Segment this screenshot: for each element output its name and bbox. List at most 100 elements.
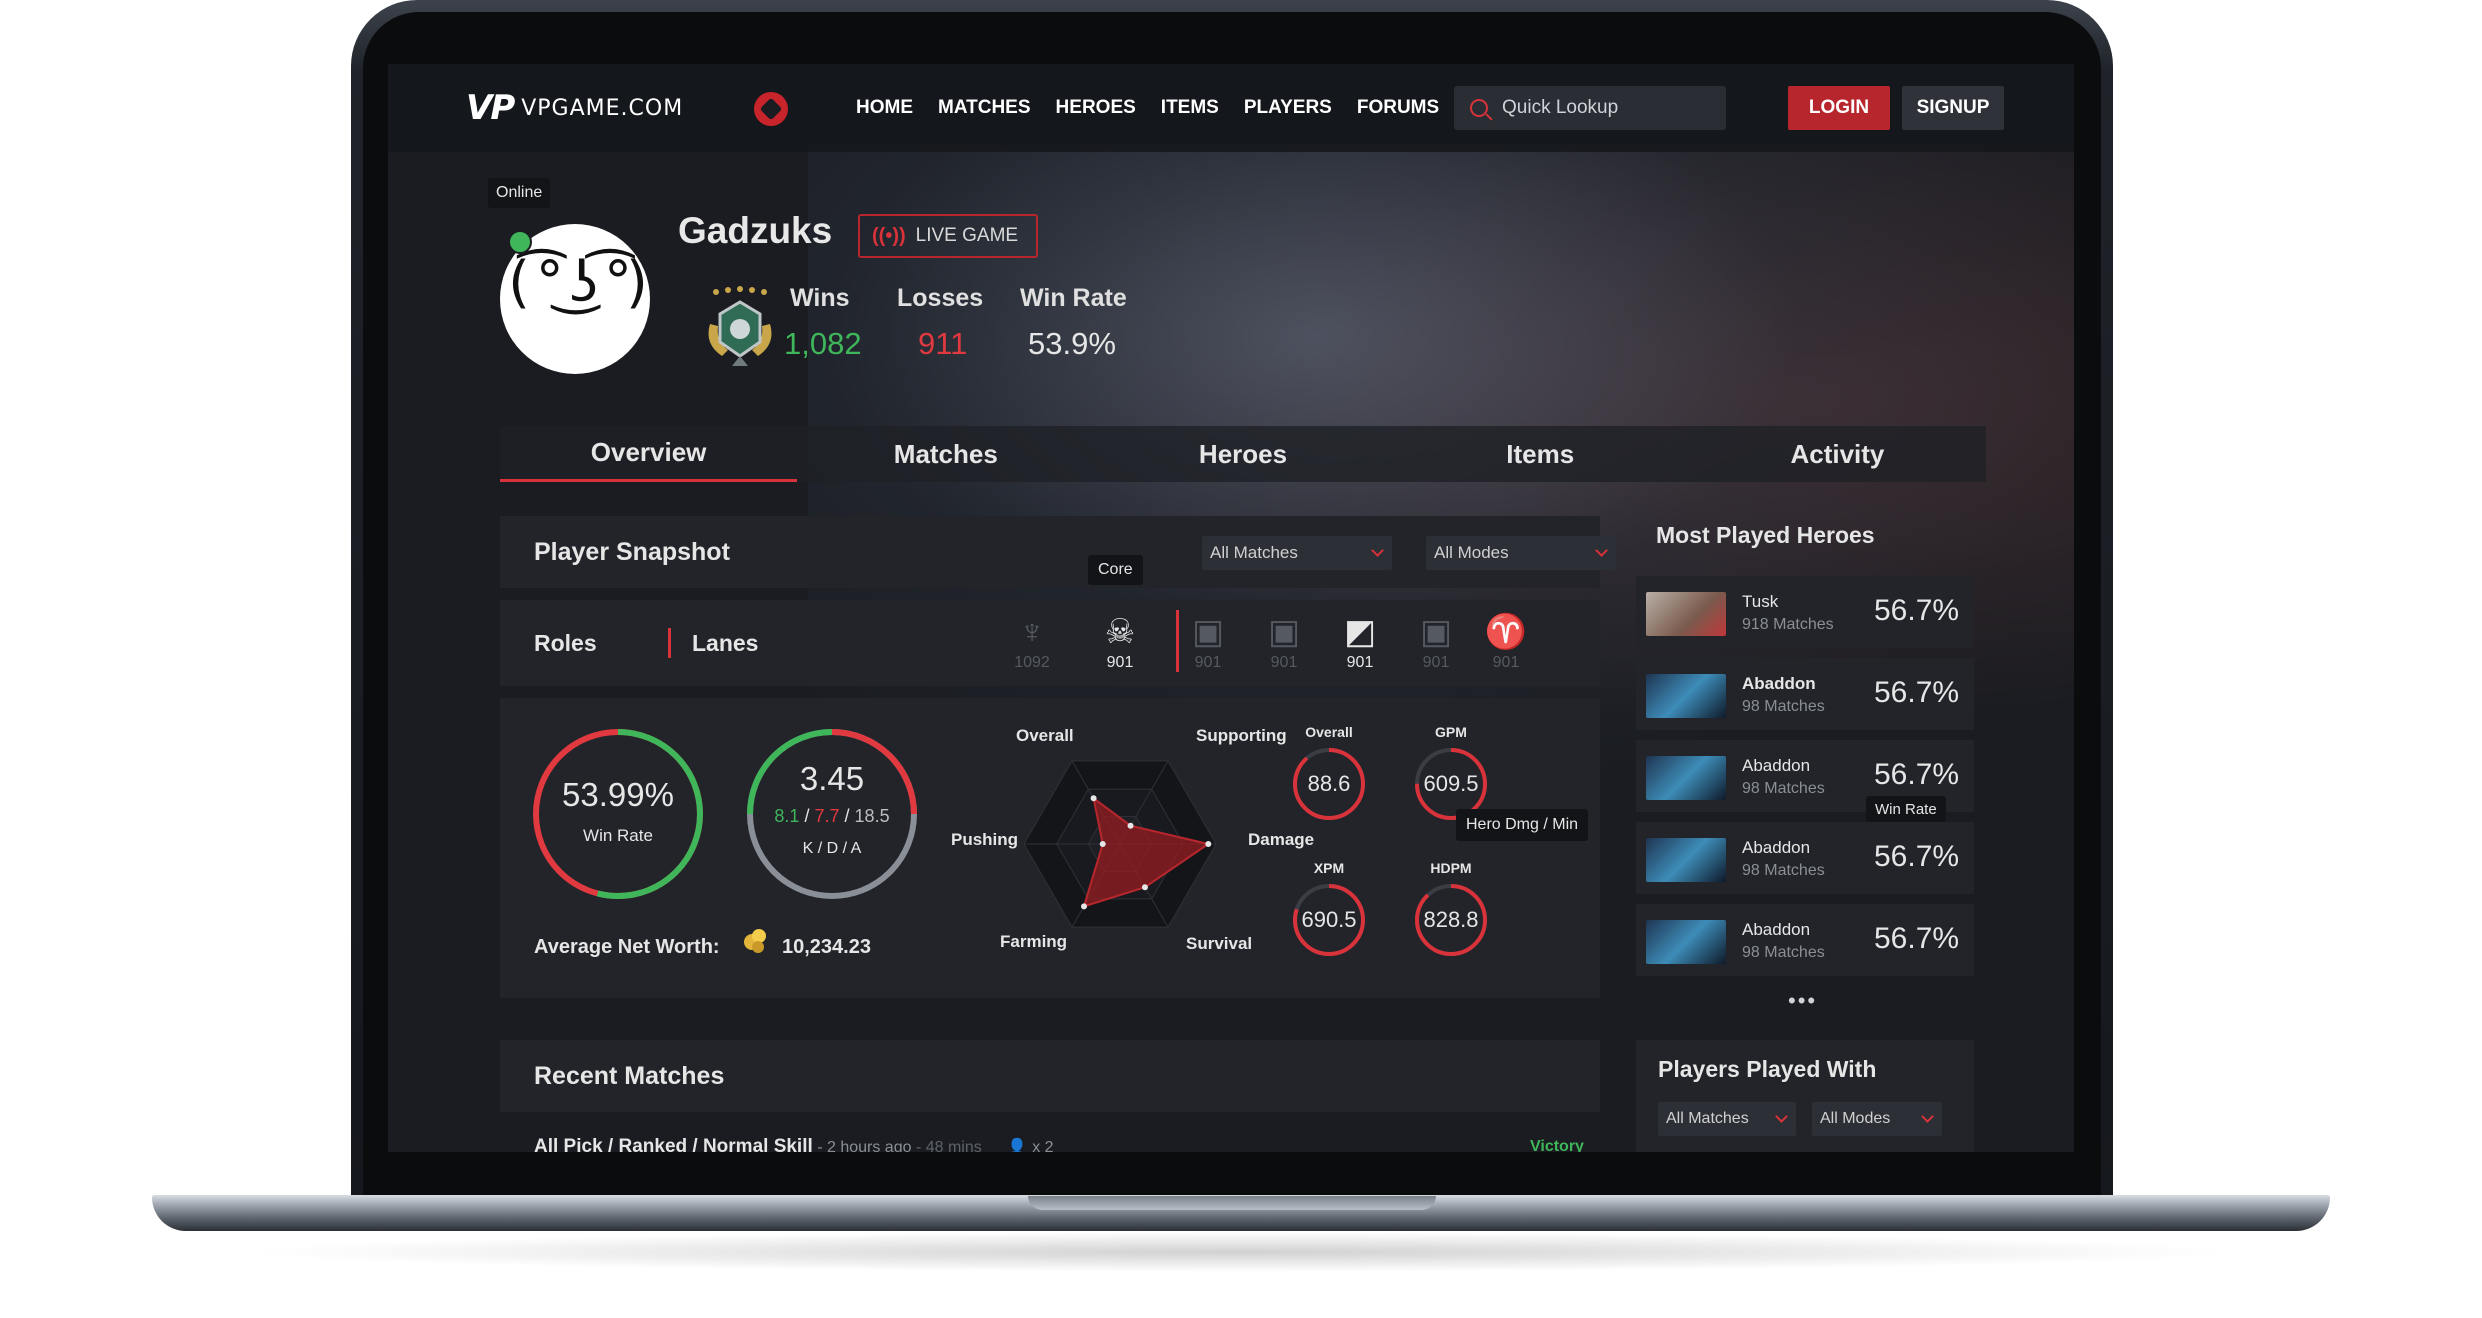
radar-label-pushing: Pushing <box>951 830 1019 849</box>
more-icon[interactable]: ••• <box>1788 988 1817 1014</box>
lane-off[interactable]: ◩ 901 <box>1338 614 1382 672</box>
hero-winrate: 56.7% <box>1874 922 1960 955</box>
lane-roam[interactable]: ♈ 901 <box>1484 614 1528 672</box>
mini-label-overall: Overall <box>1305 724 1353 740</box>
lane-off-icon: ◩ <box>1343 613 1377 651</box>
hero-portrait-abaddon <box>1646 674 1726 718</box>
kda-separator: / <box>844 806 850 826</box>
core-tooltip: Core <box>1088 555 1143 585</box>
mini-value-gpm: 609.5 <box>1423 771 1479 796</box>
kda-assists: 18.5 <box>854 806 890 826</box>
hero-row[interactable]: Abaddon 98 Matches 56.7% <box>1636 904 1974 976</box>
lane-count: 901 <box>1422 654 1450 671</box>
dota-icon[interactable] <box>754 92 788 126</box>
lane-jungle[interactable]: ▣ 901 <box>1414 614 1458 672</box>
hero-portrait-abaddon <box>1646 838 1726 882</box>
radar-point <box>1099 841 1106 847</box>
lane-count: 901 <box>1346 654 1374 671</box>
quick-lookup <box>1454 86 1726 130</box>
losses-value: 911 <box>918 326 968 361</box>
broadcast-icon: ((•)) <box>872 224 906 247</box>
radar-point <box>1205 841 1212 847</box>
roles-lanes-separator <box>1176 610 1179 672</box>
wins-value: 1,082 <box>784 326 862 361</box>
nav-forums[interactable]: FORUMS <box>1357 97 1439 119</box>
ppw-modes-value: All Modes <box>1820 1110 1891 1127</box>
mini-label-gpm: GPM <box>1435 724 1467 740</box>
site-logo[interactable]: VP VPGAME.COM <box>466 88 683 128</box>
tab-activity[interactable]: Activity <box>1689 426 1986 482</box>
online-status-dot <box>508 230 532 254</box>
mini-value-hdpm: 828.8 <box>1423 907 1479 932</box>
hero-matches: 918 Matches <box>1742 616 1834 633</box>
hero-name: Abaddon <box>1742 920 1811 939</box>
hero-row[interactable]: Abaddon 98 Matches 56.7% <box>1636 658 1974 730</box>
lane-safe[interactable]: ▣ 901 <box>1186 614 1230 672</box>
match-result: Victory <box>1530 1138 1584 1152</box>
nav-players[interactable]: PLAYERS <box>1244 97 1332 119</box>
radar-point <box>1090 795 1097 802</box>
signup-button[interactable]: SIGNUP <box>1902 86 2004 130</box>
hero-row[interactable]: Tusk 918 Matches 56.7% <box>1636 576 1974 648</box>
ppw-modes-dropdown[interactable]: All Modes <box>1812 1102 1942 1136</box>
screen: VP VPGAME.COM HOME MATCHES HEROES ITEMS … <box>388 64 2074 1152</box>
ppw-matches-dropdown[interactable]: All Matches <box>1658 1102 1796 1136</box>
kda-deaths: 7.7 <box>814 806 840 826</box>
winrate-ring-value: 53.99% <box>562 776 674 813</box>
recent-matches-title: Recent Matches <box>534 1061 725 1090</box>
lane-roam-icon: ♈ <box>1484 613 1528 651</box>
nav-heroes[interactable]: HEROES <box>1056 97 1136 119</box>
live-game-label: LIVE GAME <box>915 225 1019 246</box>
radar-point <box>1127 822 1134 829</box>
roles-tab[interactable]: Roles <box>534 600 597 686</box>
tab-overview[interactable]: Overview <box>500 426 798 482</box>
player-name: Gadzuks <box>678 210 833 251</box>
search-input[interactable] <box>1500 96 1700 120</box>
logo-mark: VP <box>466 88 515 128</box>
tab-items[interactable]: Items <box>1392 426 1689 482</box>
chevron-down-icon <box>1775 1110 1788 1123</box>
match-row[interactable]: All Pick / Ranked / Normal Skill - 2 hou… <box>534 1136 1054 1152</box>
tab-matches[interactable]: Matches <box>797 426 1094 482</box>
nav-home[interactable]: HOME <box>856 97 913 119</box>
tab-heroes[interactable]: Heroes <box>1094 426 1391 482</box>
kda-separator: / <box>804 806 810 826</box>
rank-medal-icon <box>708 286 772 366</box>
hero-winrate: 56.7% <box>1874 758 1960 791</box>
radar-label-supporting: Supporting <box>1196 726 1287 745</box>
hdpm-tooltip: Hero Dmg / Min <box>1456 809 1589 841</box>
laptop-notch <box>1028 1196 1436 1210</box>
hero-name: Tusk <box>1742 592 1779 611</box>
winrate-ring-caption: Win Rate <box>583 826 653 845</box>
logo-text: VPGAME.COM <box>521 95 684 121</box>
player-snapshot-header: Player Snapshot All Matches All Modes <box>500 516 1616 588</box>
modes-filter-dropdown[interactable]: All Modes <box>1426 536 1616 570</box>
hero-portrait-abaddon <box>1646 756 1726 800</box>
mini-label-hdpm: HDPM <box>1430 860 1472 876</box>
role-count: 1092 <box>1014 654 1050 671</box>
winrate-tooltip: Win Rate <box>1866 796 1946 823</box>
kda-caption: K / D / A <box>802 840 862 857</box>
roles-lanes-row: Roles Lanes ♆ 1092 ☠ 901 ▣ 901 ▣ 901 ◩ 9… <box>500 600 1600 686</box>
lane-mid[interactable]: ▣ 901 <box>1262 614 1306 672</box>
wins-label: Wins <box>790 284 850 312</box>
radar-point <box>1081 903 1087 910</box>
winrate-value: 53.9% <box>1028 326 1116 361</box>
live-game-button[interactable]: ((•)) LIVE GAME <box>858 214 1038 258</box>
radar-label-damage: Damage <box>1248 830 1315 849</box>
login-button[interactable]: LOGIN <box>1788 86 1890 130</box>
lanes-tab[interactable]: Lanes <box>692 600 758 686</box>
role-core[interactable]: ☠ 901 <box>1098 614 1142 672</box>
nav-matches[interactable]: MATCHES <box>938 97 1031 119</box>
chevron-down-icon <box>1595 544 1608 557</box>
hero-name: Abaddon <box>1742 838 1811 857</box>
lane-count: 901 <box>1194 654 1222 671</box>
nav-items[interactable]: ITEMS <box>1161 97 1219 119</box>
net-worth-label: Average Net Worth: <box>534 936 720 958</box>
hero-row[interactable]: Abaddon 98 Matches 56.7% <box>1636 822 1974 894</box>
match-time: - 2 hours ago <box>812 1139 912 1152</box>
kda-breakdown: 8.1 / 7.7 / 18.5 <box>742 806 922 827</box>
winrate-label: Win Rate <box>1020 284 1127 312</box>
role-carry[interactable]: ♆ 1092 <box>1010 614 1054 672</box>
matches-filter-dropdown[interactable]: All Matches <box>1202 536 1392 570</box>
